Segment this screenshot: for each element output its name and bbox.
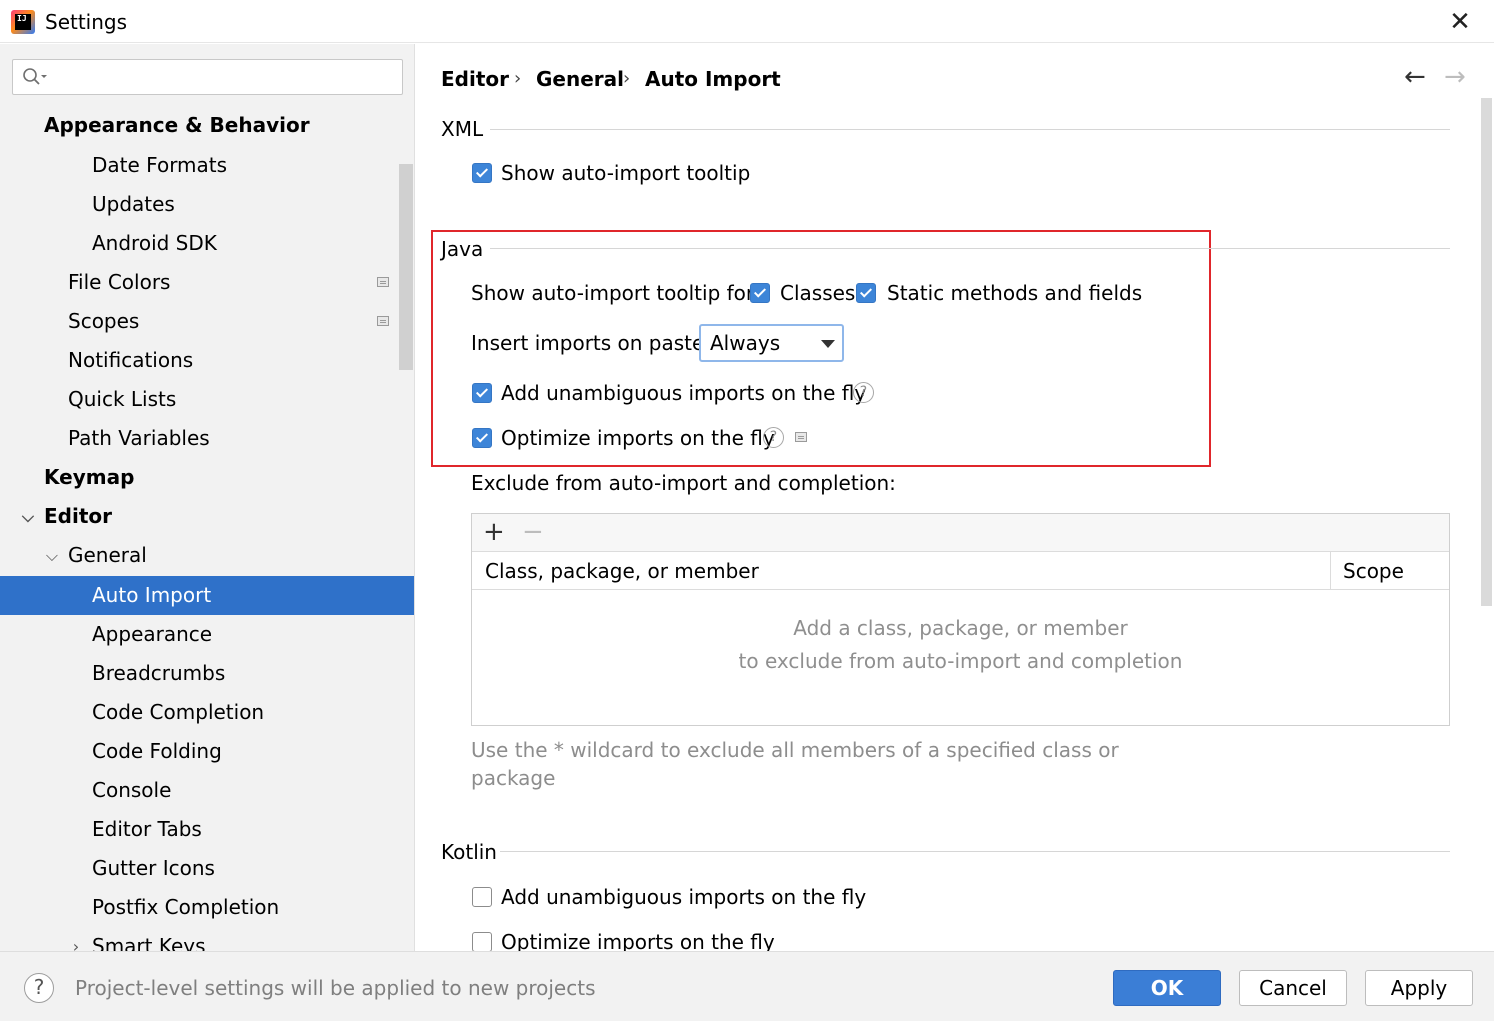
help-icon[interactable]: ? (24, 973, 54, 1003)
search-icon (23, 68, 47, 85)
settings-sidebar: Appearance & Behavior Date Formats Updat… (0, 44, 415, 951)
column-divider[interactable] (1330, 552, 1331, 589)
separator (500, 851, 1450, 852)
java-static-label[interactable]: Static methods and fields (887, 280, 1142, 306)
search-input[interactable] (12, 59, 403, 95)
project-settings-icon (377, 277, 389, 287)
section-title-xml: XML (441, 117, 484, 141)
sidebar-item-appearance-behavior[interactable]: Appearance & Behavior (0, 106, 414, 145)
sidebar-item-scopes[interactable]: Scopes (0, 302, 414, 341)
dropdown-arrow-icon (821, 340, 835, 348)
chevron-down-icon[interactable]: ⌵ (43, 536, 61, 575)
forward-arrow-icon[interactable]: → (1444, 62, 1466, 92)
empty-state-line-2: to exclude from auto-import and completi… (738, 649, 1183, 673)
sidebar-item-postfix-completion[interactable]: Postfix Completion (0, 888, 414, 927)
sidebar-item-file-colors[interactable]: File Colors (0, 263, 414, 302)
sidebar-item-date-formats[interactable]: Date Formats (0, 146, 414, 185)
kotlin-optimize-checkbox[interactable] (472, 932, 492, 951)
sidebar-item-editor-tabs[interactable]: Editor Tabs (0, 810, 414, 849)
sidebar-item-code-completion[interactable]: Code Completion (0, 693, 414, 732)
add-icon[interactable]: + (483, 517, 505, 547)
breadcrumb-auto-import: Auto Import (645, 67, 781, 91)
sidebar-item-gutter-icons[interactable]: Gutter Icons (0, 849, 414, 888)
back-arrow-icon[interactable]: ← (1404, 62, 1426, 92)
cancel-button[interactable]: Cancel (1239, 970, 1347, 1006)
exclude-label: Exclude from auto-import and completion: (471, 471, 896, 495)
java-tooltip-for-label: Show auto-import tooltip for: (471, 281, 761, 305)
kotlin-unambiguous-checkbox[interactable] (472, 887, 492, 907)
empty-state-line-1: Add a class, package, or member (793, 616, 1128, 640)
sidebar-scrollbar[interactable] (399, 164, 413, 370)
title-bar: IJ Settings ✕ (0, 0, 1494, 43)
sidebar-item-updates[interactable]: Updates (0, 185, 414, 224)
wildcard-hint-line-1: Use the * wildcard to exclude all member… (471, 738, 1119, 762)
settings-content: Editor › General › Auto Import ← → XML S… (416, 44, 1494, 951)
sidebar-item-quick-lists[interactable]: Quick Lists (0, 380, 414, 419)
sidebar-item-smart-keys[interactable]: › Smart Keys (0, 927, 414, 951)
ok-button[interactable]: OK (1113, 970, 1221, 1006)
sidebar-item-auto-import[interactable]: Auto Import (0, 576, 414, 615)
java-unambiguous-label[interactable]: Add unambiguous imports on the fly (501, 380, 866, 406)
footer-message: Project-level settings will be applied t… (75, 976, 596, 1000)
separator (490, 248, 1450, 249)
help-icon[interactable]: ? (853, 382, 874, 403)
column-header-member[interactable]: Class, package, or member (485, 558, 759, 584)
wildcard-hint-line-2: package (471, 766, 556, 790)
sidebar-item-notifications[interactable]: Notifications (0, 341, 414, 380)
sidebar-item-editor[interactable]: ⌵ Editor (0, 497, 414, 536)
table-header: Class, package, or member Scope (472, 552, 1449, 590)
sidebar-item-android-sdk[interactable]: Android SDK (0, 224, 414, 263)
java-optimize-checkbox[interactable] (472, 428, 492, 448)
sidebar-item-code-folding[interactable]: Code Folding (0, 732, 414, 771)
java-insert-label: Insert imports on paste: (471, 331, 712, 355)
separator (490, 129, 1450, 130)
sidebar-item-general[interactable]: ⌵ General (0, 536, 414, 575)
kotlin-unambiguous-label[interactable]: Add unambiguous imports on the fly (501, 884, 866, 910)
content-scrollbar[interactable] (1481, 98, 1492, 606)
xml-show-tooltip-checkbox[interactable] (472, 163, 492, 183)
sidebar-item-path-variables[interactable]: Path Variables (0, 419, 414, 458)
remove-icon[interactable]: − (522, 517, 544, 547)
breadcrumb-separator: › (623, 68, 631, 89)
java-static-checkbox[interactable] (856, 283, 876, 303)
exclude-table: + − Class, package, or member Scope Add … (471, 513, 1450, 726)
java-optimize-label[interactable]: Optimize imports on the fly (501, 425, 775, 451)
help-icon[interactable]: ? (763, 427, 784, 448)
sidebar-item-keymap[interactable]: Keymap (0, 458, 414, 497)
project-settings-icon (377, 316, 389, 326)
sidebar-item-breadcrumbs[interactable]: Breadcrumbs (0, 654, 414, 693)
dialog-footer: ? Project-level settings will be applied… (0, 951, 1494, 1021)
kotlin-optimize-label[interactable]: Optimize imports on the fly (501, 929, 775, 951)
section-title-java: Java (441, 237, 484, 261)
chevron-right-icon[interactable]: › (67, 927, 85, 951)
breadcrumb-editor[interactable]: Editor (441, 66, 509, 92)
sidebar-item-console[interactable]: Console (0, 771, 414, 810)
apply-button[interactable]: Apply (1365, 970, 1473, 1006)
close-icon[interactable]: ✕ (1446, 8, 1474, 36)
sidebar-item-appearance[interactable]: Appearance (0, 615, 414, 654)
chevron-down-icon[interactable]: ⌵ (19, 497, 37, 536)
xml-show-tooltip-label[interactable]: Show auto-import tooltip (501, 160, 750, 186)
table-toolbar: + − (472, 514, 1449, 552)
intellij-logo-icon: IJ (11, 10, 35, 34)
breadcrumb-separator: › (514, 68, 522, 89)
java-unambiguous-checkbox[interactable] (472, 383, 492, 403)
section-title-kotlin: Kotlin (441, 840, 497, 864)
insert-imports-value: Always (710, 331, 781, 355)
window-title: Settings (45, 10, 128, 34)
java-classes-label[interactable]: Classes (780, 280, 855, 306)
breadcrumb-general[interactable]: General (536, 66, 624, 92)
insert-imports-select[interactable]: Always (699, 324, 844, 362)
column-header-scope[interactable]: Scope (1343, 558, 1404, 584)
project-settings-icon (795, 432, 807, 442)
java-classes-checkbox[interactable] (750, 283, 770, 303)
